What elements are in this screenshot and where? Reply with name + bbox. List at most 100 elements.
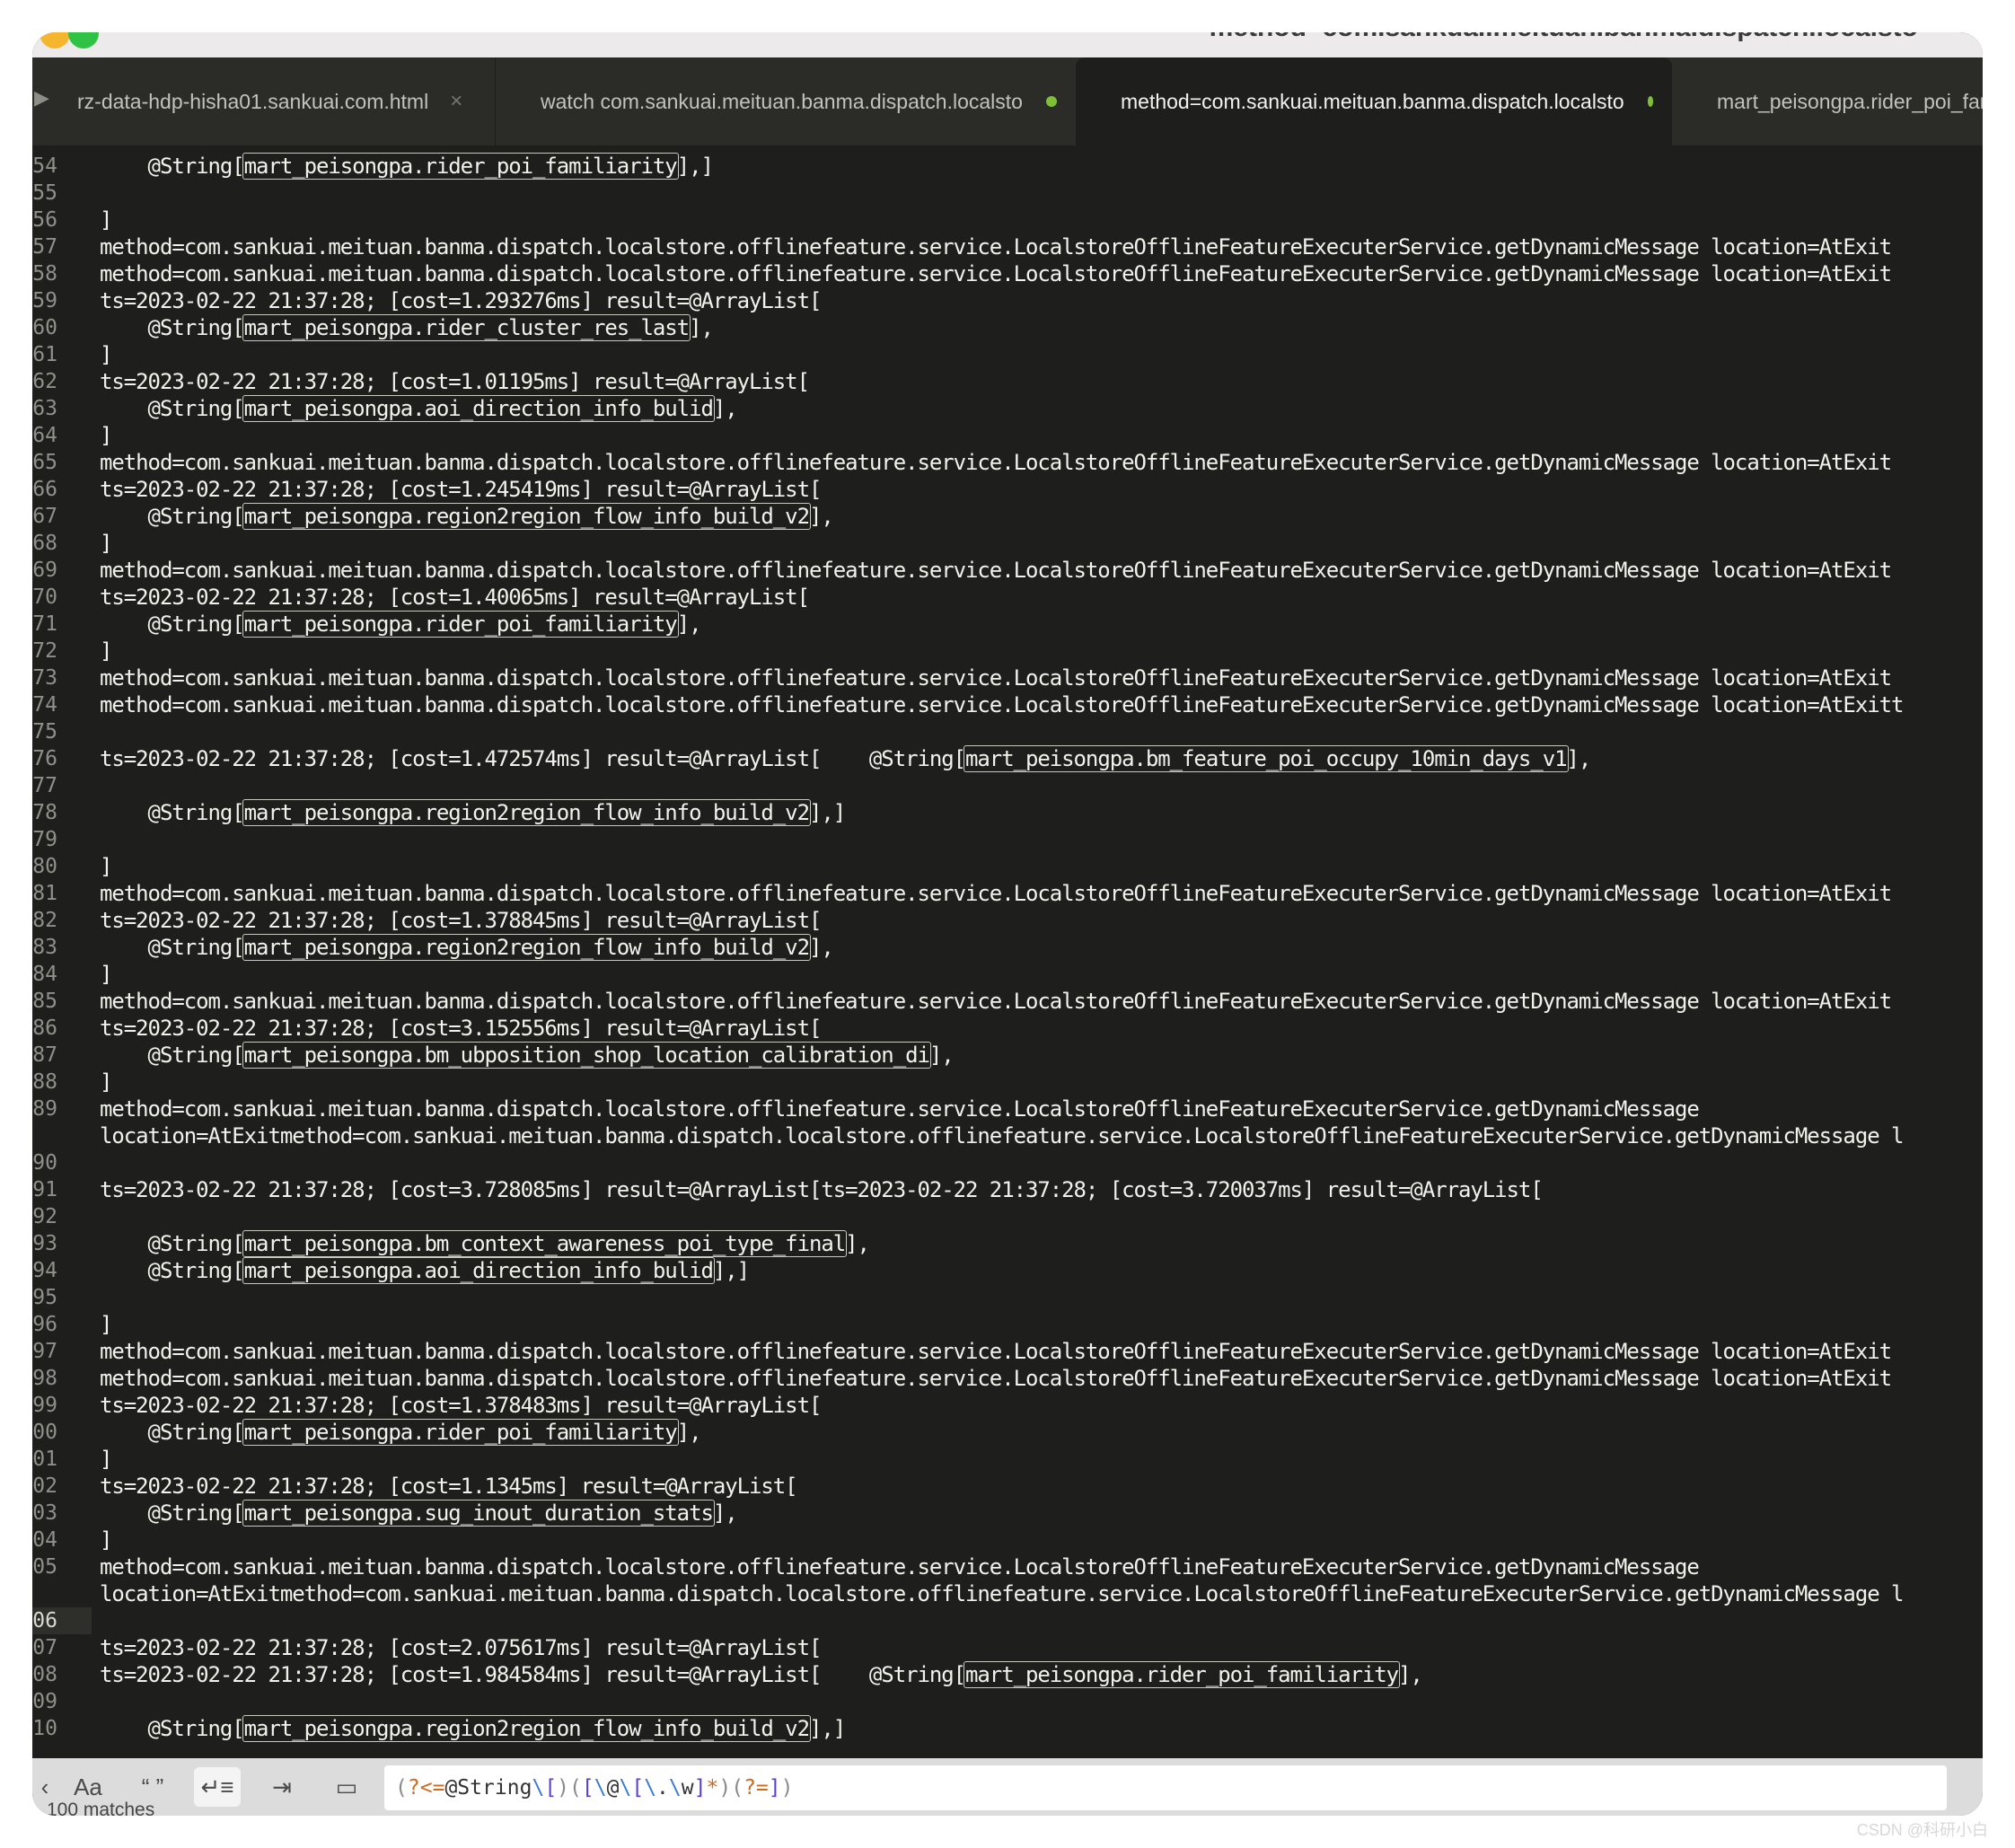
code-line[interactable]: location=AtExitmethod=com.sankuai.meitua…	[32, 1580, 1983, 1607]
code-line[interactable]: 92	[32, 1203, 1983, 1230]
code-line[interactable]: 91 ts=2023-02-22 21:37:28; [cost=3.728085…	[32, 1176, 1983, 1203]
line-number: 82	[32, 907, 92, 934]
tab-method-active[interactable]: method=com.sankuai.meituan.banma.dispatc…	[1076, 57, 1672, 145]
code-line[interactable]: 95	[32, 1284, 1983, 1311]
zoom-button[interactable]	[68, 32, 99, 48]
code-line[interactable]: 76 ts=2023-02-22 21:37:28; [cost=1.472574…	[32, 745, 1983, 772]
code-line[interactable]: 75	[32, 718, 1983, 745]
code-text: method=com.sankuai.meituan.banma.dispatc…	[100, 691, 1904, 718]
line-number-text: 82	[32, 909, 57, 932]
code-text: location=AtExitmethod=com.sankuai.meitua…	[100, 1580, 1904, 1607]
wrap-toggle[interactable]: ↵≡	[194, 1767, 241, 1807]
code-line[interactable]: 94 @String[mart_peisongpa.aoi_direction_…	[32, 1257, 1983, 1284]
code-line[interactable]: 56]	[32, 207, 1983, 233]
code-line[interactable]: 82 ts=2023-02-22 21:37:28; [cost=1.378845…	[32, 907, 1983, 934]
tab-rider-poi[interactable]: mart_peisongpa.rider_poi_fami	[1672, 57, 1983, 145]
line-number: 70	[32, 584, 92, 611]
code-line[interactable]: 84]	[32, 961, 1983, 988]
tab-html-file[interactable]: rz-data-hdp-hisha01.sankuai.com.html ×	[32, 57, 496, 145]
code-segment: method=com.sankuai.meituan.banma.dispatc…	[100, 450, 1892, 475]
code-line[interactable]: 64]	[32, 422, 1983, 449]
code-line[interactable]: 66 ts=2023-02-22 21:37:28; [cost=1.245419…	[32, 476, 1983, 503]
close-icon[interactable]: ×	[450, 89, 462, 114]
code-line[interactable]: 83 @String[mart_peisongpa.region2region_…	[32, 934, 1983, 961]
code-line[interactable]: 69 method=com.sankuai.meituan.banma.dispa…	[32, 557, 1983, 584]
line-number: 61	[32, 341, 92, 368]
code-text: ]	[100, 1527, 112, 1553]
code-line[interactable]: 77	[32, 772, 1983, 799]
line-number: 81	[32, 880, 92, 907]
code-line[interactable]: 09	[32, 1688, 1983, 1715]
code-line[interactable]: 58 method=com.sankuai.meituan.banma.dispa…	[32, 260, 1983, 287]
code-line[interactable]: 61]	[32, 341, 1983, 368]
tab-watch[interactable]: watch com.sankuai.meituan.banma.dispatch…	[496, 57, 1106, 145]
line-number: 86	[32, 1015, 92, 1042]
code-segment: ]	[100, 854, 112, 879]
code-line[interactable]: 96]	[32, 1311, 1983, 1338]
code-line[interactable]: 59 ts=2023-02-22 21:37:28; [cost=1.293276…	[32, 287, 1983, 314]
code-line[interactable]: location=AtExitmethod=com.sankuai.meitua…	[32, 1122, 1983, 1149]
code-line[interactable]: 98 method=com.sankuai.meituan.banma.dispa…	[32, 1365, 1983, 1392]
search-match: mart_peisongpa.rider_poi_familiarity	[242, 153, 679, 180]
line-number: 78	[32, 799, 92, 826]
line-number: 68	[32, 530, 92, 557]
code-line[interactable]: 90	[32, 1149, 1983, 1176]
code-line[interactable]: 70 ts=2023-02-22 21:37:28; [cost=1.40065m…	[32, 584, 1983, 611]
code-line[interactable]: 88]	[32, 1069, 1983, 1096]
code-line[interactable]: 57 method=com.sankuai.meituan.banma.dispa…	[32, 233, 1983, 260]
code-line[interactable]: 72]	[32, 638, 1983, 664]
code-line[interactable]: 89 method=com.sankuai.meituan.banma.dispa…	[32, 1096, 1983, 1122]
line-number: 89	[32, 1096, 92, 1122]
code-line[interactable]: 67 @String[mart_peisongpa.region2region_…	[32, 503, 1983, 530]
code-line[interactable]: 80]	[32, 853, 1983, 880]
code-line[interactable]: 00 @String[mart_peisongpa.rider_poi_fami…	[32, 1419, 1983, 1446]
code-line[interactable]: 01]	[32, 1446, 1983, 1473]
code-line[interactable]: 81 method=com.sankuai.meituan.banma.dispa…	[32, 880, 1983, 907]
highlight-matches-toggle[interactable]: ▭	[323, 1767, 370, 1807]
code-line[interactable]: 02 ts=2023-02-22 21:37:28; [cost=1.1345ms…	[32, 1473, 1983, 1500]
code-line[interactable]: 54 @String[mart_peisongpa.rider_poi_fami…	[32, 153, 1983, 180]
code-line[interactable]: 10 @String[mart_peisongpa.region2region_…	[32, 1715, 1983, 1742]
line-number-text: 88	[32, 1070, 57, 1094]
code-line[interactable]: 68]	[32, 530, 1983, 557]
code-line[interactable]: 78 @String[mart_peisongpa.region2region_…	[32, 799, 1983, 826]
code-line[interactable]: 65 method=com.sankuai.meituan.banma.dispa…	[32, 449, 1983, 476]
code-segment: ]	[100, 638, 112, 664]
code-line[interactable]: 05 method=com.sankuai.meituan.banma.dispa…	[32, 1553, 1983, 1580]
line-number: 55	[32, 180, 92, 207]
code-line[interactable]: 06	[32, 1607, 1983, 1634]
code-line[interactable]: 04]	[32, 1527, 1983, 1553]
code-line[interactable]: 07 ts=2023-02-22 21:37:28; [cost=2.075617…	[32, 1634, 1983, 1661]
code-text: ]	[100, 341, 112, 368]
find-input[interactable]: (?<=@String\[)([\@\[\.\w]*)(?=])	[384, 1765, 1947, 1810]
line-number-text: 99	[32, 1394, 57, 1417]
code-text: ]	[100, 422, 112, 449]
code-segment: @String[	[100, 1043, 245, 1068]
code-line[interactable]: 97 method=com.sankuai.meituan.banma.dispa…	[32, 1338, 1983, 1365]
code-line[interactable]: 99 ts=2023-02-22 21:37:28; [cost=1.378483…	[32, 1392, 1983, 1419]
code-line[interactable]: 60 @String[mart_peisongpa.rider_cluster_…	[32, 314, 1983, 341]
code-editor[interactable]: 54 @String[mart_peisongpa.rider_poi_fami…	[32, 145, 1983, 1758]
code-line[interactable]: 85 method=com.sankuai.meituan.banma.dispa…	[32, 988, 1983, 1015]
line-number: 56	[32, 207, 92, 233]
code-line[interactable]: 03 @String[mart_peisongpa.sug_inout_dura…	[32, 1500, 1983, 1527]
code-line[interactable]: 63 @String[mart_peisongpa.aoi_direction_…	[32, 395, 1983, 422]
code-line[interactable]: 79	[32, 826, 1983, 853]
line-number: 72	[32, 638, 92, 664]
line-number: 90	[32, 1149, 92, 1176]
code-line[interactable]: 08 ts=2023-02-22 21:37:28; [cost=1.984584…	[32, 1661, 1983, 1688]
line-number-text: 01	[32, 1448, 57, 1471]
code-line[interactable]: 93 @String[mart_peisongpa.bm_context_awa…	[32, 1230, 1983, 1257]
line-number-text: 08	[32, 1663, 57, 1686]
code-line[interactable]: 87 @String[mart_peisongpa.bm_ubposition_…	[32, 1042, 1983, 1069]
code-line[interactable]: 74 method=com.sankuai.meituan.banma.dispa…	[32, 691, 1983, 718]
minimize-button[interactable]	[40, 32, 70, 48]
code-line[interactable]: 71 @String[mart_peisongpa.rider_poi_fami…	[32, 611, 1983, 638]
in-selection-toggle[interactable]: ⇥	[259, 1767, 305, 1807]
code-line[interactable]: 86 ts=2023-02-22 21:37:28; [cost=3.152556…	[32, 1015, 1983, 1042]
search-match: mart_peisongpa.rider_poi_familiarity	[242, 1419, 679, 1446]
code-text: ]	[100, 961, 112, 988]
code-line[interactable]: 55	[32, 180, 1983, 207]
code-line[interactable]: 73 method=com.sankuai.meituan.banma.dispa…	[32, 664, 1983, 691]
code-line[interactable]: 62 ts=2023-02-22 21:37:28; [cost=1.01195m…	[32, 368, 1983, 395]
